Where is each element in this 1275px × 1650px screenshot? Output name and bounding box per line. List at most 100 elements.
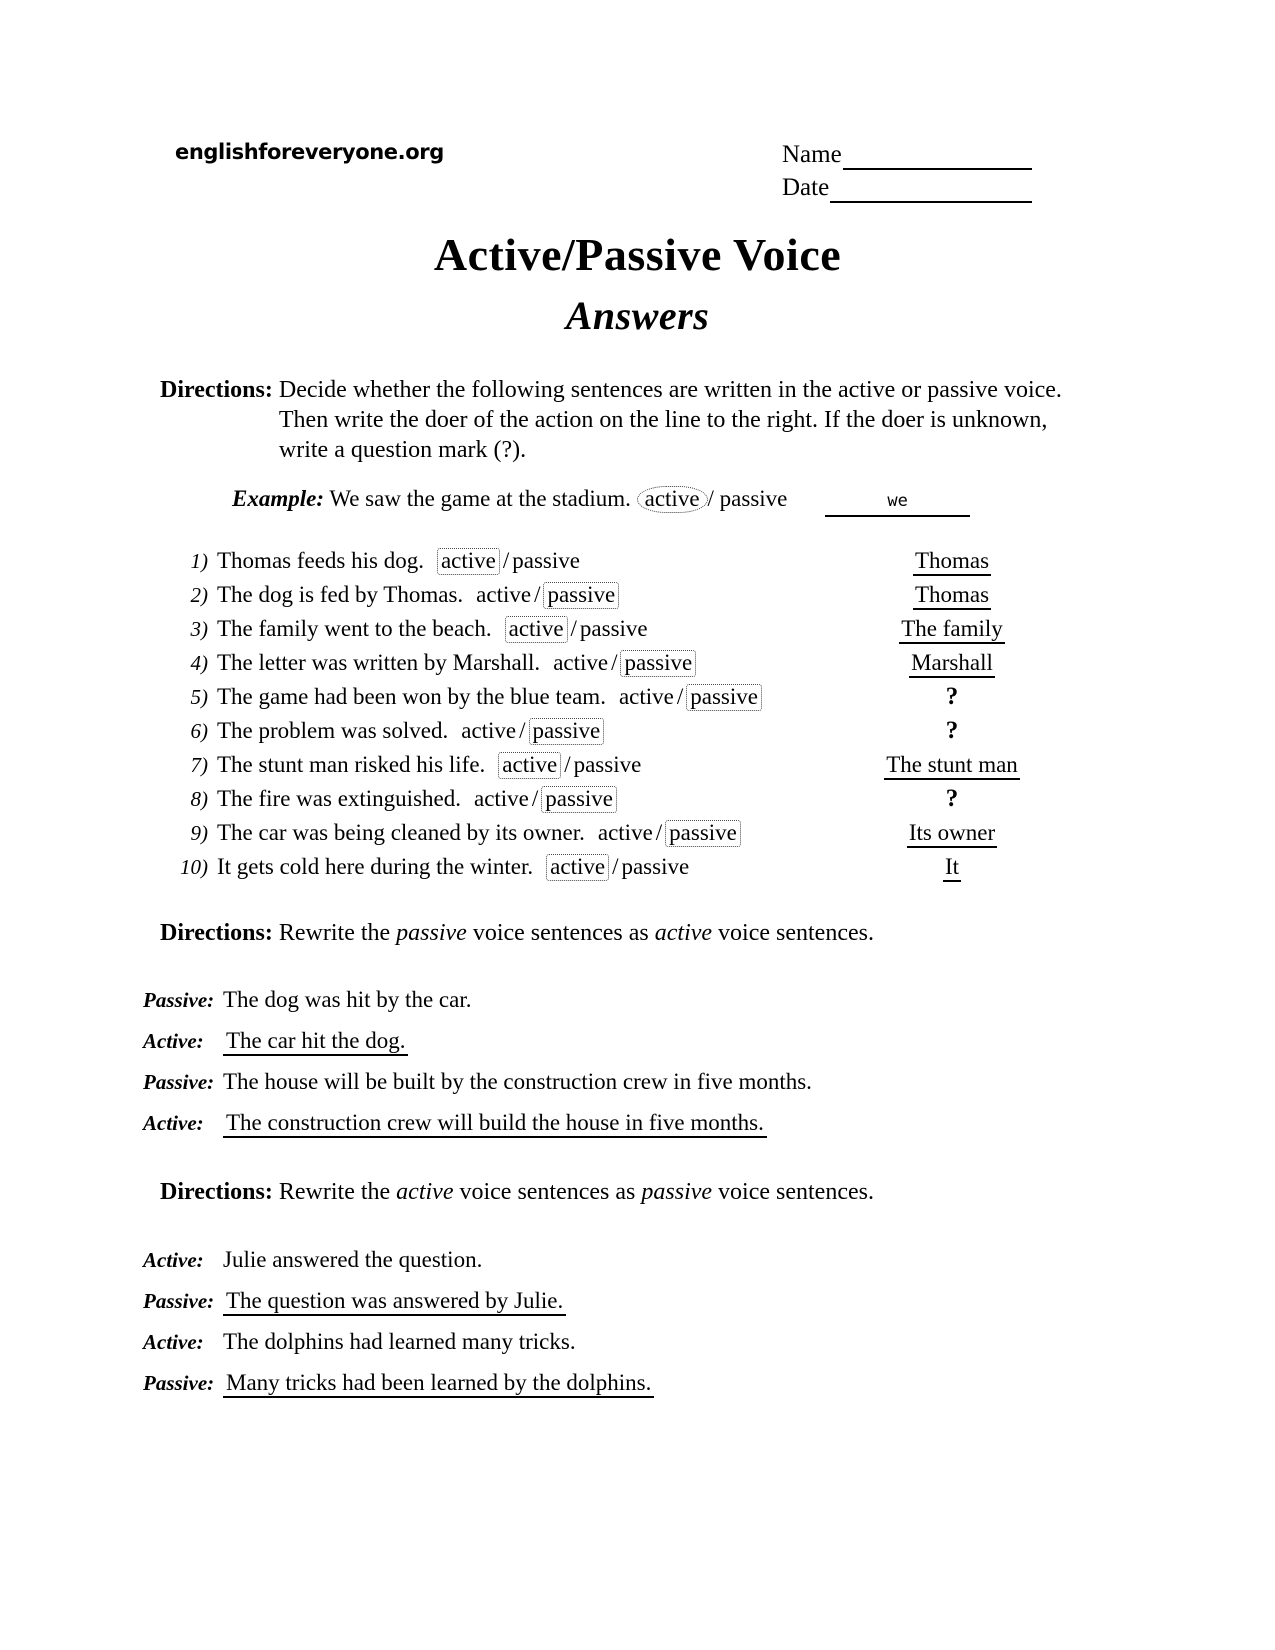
name-blank-line[interactable] <box>842 146 1032 170</box>
choice-separator: / <box>502 548 510 573</box>
question-choices: active / passive <box>553 650 697 678</box>
example-separator: / <box>707 486 714 511</box>
choice-active[interactable]: active <box>436 548 500 576</box>
question-answer[interactable]: The stunt man <box>822 750 1082 780</box>
question-row: 1) Thomas feeds his dog. active / passive Tho… <box>172 546 1102 580</box>
choice-active[interactable]: active <box>619 684 674 709</box>
question-sentence: The car was being cleaned by its owner. <box>217 820 585 845</box>
directions-two-label: Directions: <box>160 920 273 946</box>
directions-three-suffix: voice sentences. <box>712 1179 874 1205</box>
rewrite-row: Passive: The question was answered by Jul… <box>143 1286 1143 1316</box>
example-row: Example: We saw the game at the stadium.… <box>232 485 971 517</box>
rewrite-row: Passive: The house will be built by the c… <box>143 1067 1143 1097</box>
choice-separator: / <box>655 820 663 845</box>
example-choice-passive[interactable]: passive <box>720 486 788 511</box>
question-sentence: The game had been won by the blue team. <box>217 684 606 709</box>
choice-active[interactable]: active <box>498 752 562 780</box>
directions-two-em1: passive <box>396 920 467 946</box>
choice-separator: / <box>531 786 539 811</box>
directions-one-label: Directions: <box>160 377 273 403</box>
date-label: Date <box>782 174 830 201</box>
question-sentence: The problem was solved. <box>217 718 449 743</box>
page-subtitle: Answers <box>565 293 710 338</box>
date-blank-line[interactable] <box>830 179 1032 203</box>
question-answer[interactable]: Thomas <box>822 580 1082 610</box>
question-number: 4) <box>190 651 209 675</box>
choice-separator: / <box>519 718 526 743</box>
directions-three-em1: active <box>396 1179 454 1205</box>
directions-two-suffix: voice sentences. <box>712 920 874 946</box>
choice-passive[interactable]: passive <box>686 684 762 712</box>
rewrite-answer-text[interactable]: The construction crew will build the hou… <box>223 1110 767 1138</box>
question-choices: active / passive <box>436 548 580 576</box>
question-answer-text: The stunt man <box>884 752 1020 780</box>
rewrite-prompt-text: The house will be built by the construct… <box>223 1069 812 1094</box>
question-answer[interactable]: The family <box>822 614 1082 644</box>
question-number: 8) <box>190 787 209 811</box>
example-choice-active-circled[interactable]: active <box>636 486 708 514</box>
question-number: 9) <box>190 821 209 845</box>
choice-active[interactable]: active <box>598 820 653 845</box>
choice-active[interactable]: active <box>474 786 529 811</box>
rewrite-label: Passive: <box>143 1070 215 1094</box>
choice-separator: / <box>611 650 618 675</box>
question-row: 8) The fire was extinguished. active / passi… <box>172 784 1102 818</box>
directions-two-mid: voice sentences as <box>466 920 655 946</box>
choice-passive[interactable]: passive <box>621 854 689 879</box>
question-answer[interactable]: Marshall <box>822 648 1082 678</box>
question-answer-text: ? <box>945 785 959 812</box>
question-answer-text: Marshall <box>909 650 995 678</box>
question-answer[interactable]: Its owner <box>822 818 1082 848</box>
example-answer[interactable]: we <box>825 487 971 517</box>
question-answer-text: Thomas <box>912 582 992 610</box>
question-row: 3) The family went to the beach. active / pa… <box>172 614 1102 648</box>
rewrite-label: Active: <box>143 1330 204 1354</box>
choice-passive[interactable]: passive <box>620 650 697 678</box>
choice-active[interactable]: active <box>546 854 610 882</box>
question-answer[interactable]: ? <box>822 716 1082 746</box>
directions-three-prefix: Rewrite the <box>278 1179 397 1205</box>
rewrite-label: Passive: <box>143 1289 215 1313</box>
question-number: 1) <box>190 549 209 573</box>
question-answer[interactable]: ? <box>822 784 1082 814</box>
choice-active[interactable]: active <box>461 718 516 743</box>
choice-passive[interactable]: passive <box>512 548 580 573</box>
rewrite-answer-text[interactable]: The question was answered by Julie. <box>223 1288 567 1316</box>
choice-active[interactable]: active <box>476 582 531 607</box>
question-number: 3) <box>190 617 209 641</box>
question-answer-text: Thomas <box>912 548 992 576</box>
rewrite-prompt-text: The dolphins had learned many tricks. <box>223 1329 576 1354</box>
choice-active[interactable]: active <box>553 650 608 675</box>
choice-passive[interactable]: passive <box>574 752 642 777</box>
directions-two-em2: active <box>654 920 713 946</box>
rewrite-answer-text[interactable]: Many tricks had been learned by the dolp… <box>223 1370 655 1398</box>
rewrite-row: Active: The dolphins had learned many tri… <box>143 1327 1143 1357</box>
question-choices: active / passive <box>598 820 741 848</box>
choice-passive[interactable]: passive <box>528 718 605 746</box>
rewrite-row: Active: Julie answered the question. <box>143 1245 1143 1275</box>
question-sentence: Thomas feeds his dog. <box>217 548 424 573</box>
choice-active[interactable]: active <box>504 616 568 644</box>
question-answer[interactable]: It <box>822 852 1082 882</box>
date-row: Date <box>782 173 1032 203</box>
choice-passive[interactable]: passive <box>580 616 648 641</box>
worksheet-page: englishforeveryone.org Name Date Active/… <box>0 0 1275 1650</box>
choice-passive[interactable]: passive <box>665 820 741 848</box>
directions-one-text: Decide whether the following sentences a… <box>278 377 1062 463</box>
rewrite-label: Active: <box>143 1029 204 1053</box>
choice-passive[interactable]: passive <box>541 786 617 814</box>
rewrite-row: Active: The car hit the dog. <box>143 1026 1143 1056</box>
question-choices: active / passive <box>619 684 762 712</box>
question-list: 1) Thomas feeds his dog. active / passive Tho… <box>172 546 1102 886</box>
example-sentence: We saw the game at the stadium. <box>329 486 631 511</box>
question-answer[interactable]: Thomas <box>822 546 1082 576</box>
question-answer[interactable]: ? <box>822 682 1082 712</box>
rewrite-prompt-text: The dog was hit by the car. <box>223 987 472 1012</box>
directions-three-mid: voice sentences as <box>453 1179 642 1205</box>
question-row: 6) The problem was solved. active / passive? <box>172 716 1102 750</box>
rewrite-answer-text[interactable]: The car hit the dog. <box>223 1028 409 1056</box>
rewrite-passive-to-active-block: Passive: The dog was hit by the car. Activ… <box>143 985 1143 1149</box>
choice-separator: / <box>534 582 541 607</box>
choice-passive[interactable]: passive <box>543 582 620 610</box>
question-sentence: The stunt man risked his life. <box>217 752 486 777</box>
